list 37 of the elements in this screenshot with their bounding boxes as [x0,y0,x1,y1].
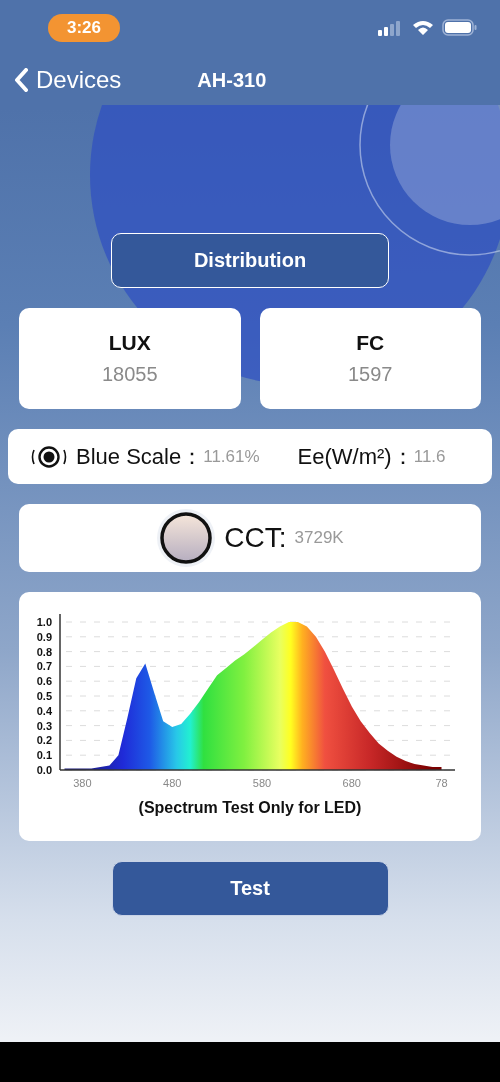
reading-label: LUX [108,331,151,355]
cct-label: CCT: [224,522,287,554]
wifi-icon [412,19,434,36]
test-button[interactable]: Test [111,861,389,916]
y-tick-label: 0.6 [36,675,52,688]
x-tick-label: 480 [163,777,182,789]
y-tick-label: 0.2 [36,734,52,747]
irradiance-value: 11.6 [413,446,446,467]
y-tick-label: 0.1 [36,749,52,762]
x-tick-label: 580 [252,777,272,789]
color-swatch-icon [156,508,217,568]
distribution-button[interactable]: Distribution [111,233,389,288]
cct-value: 3729K [294,528,344,548]
y-tick-label: 0.7 [36,660,52,673]
scale-value: 11.61% [203,446,260,467]
chevron-icon [14,68,28,92]
y-tick-label: 0.9 [36,630,52,643]
y-tick-label: 1.0 [36,616,52,628]
back-button[interactable]: Devices [14,66,122,94]
y-tick-label: 0.0 [36,764,52,776]
x-tick-label: 680 [342,777,361,789]
y-tick-label: 0.5 [36,690,52,702]
eye-icon [30,444,68,469]
x-tick-label: 380 [73,777,92,789]
page-title: AH-310 [197,68,267,92]
y-tick-label: 0.8 [36,645,52,658]
reading-value: 1597 [348,363,393,386]
irradiance-label: Ee(W/m²)： [297,442,414,471]
reading-value: 18055 [101,363,158,386]
x-tick-label: 78 [435,777,448,789]
scale-label: Blue Scale： [76,442,204,471]
y-tick-label: 0.4 [36,704,52,717]
battery-icon [442,19,478,36]
y-tick-label: 0.3 [36,719,52,732]
chart-caption: (Spectrum Test Only for LED) [137,799,363,817]
reading-label: FC [356,331,385,355]
status-time: 3:26 [48,13,121,42]
